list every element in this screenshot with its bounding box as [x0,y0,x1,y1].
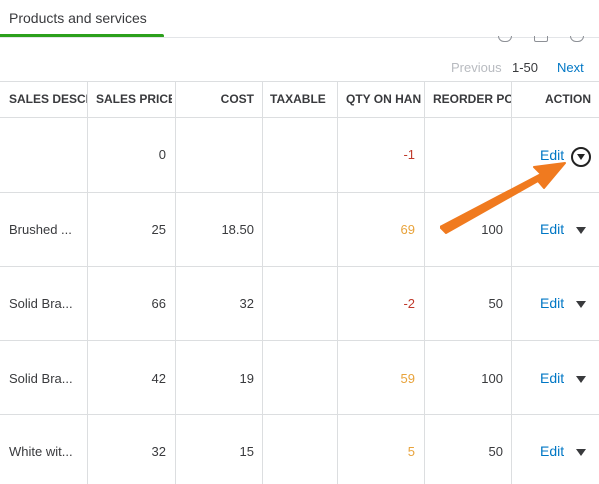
pager-next[interactable]: Next [557,60,584,75]
settings-icon[interactable] [570,36,584,42]
col-divider [511,81,512,484]
edit-link[interactable]: Edit [540,370,564,386]
cell-reorder-point: 50 [488,296,503,311]
export-icon[interactable] [534,36,548,42]
cell-cost: 18.50 [221,222,254,237]
column-header-sales-price[interactable]: SALES PRICE [96,92,172,106]
row-divider [0,340,599,341]
cell-sales-price: 42 [151,371,166,386]
col-divider [337,81,338,484]
col-divider [175,81,176,484]
cell-sales-price: 25 [151,222,166,237]
pager-range: 1-50 [512,60,539,75]
edit-link[interactable]: Edit [540,295,564,311]
column-header-sales-description[interactable]: SALES DESCR [9,92,87,106]
action-dropdown-caret-icon[interactable] [576,301,586,308]
action-dropdown-chevron-icon[interactable] [571,147,591,167]
col-divider [87,81,88,484]
cell-sales-description: Brushed ... [9,222,72,237]
column-header-action: ACTION [545,92,591,106]
pager-previous[interactable]: Previous [451,60,502,75]
cell-reorder-point: 100 [481,371,503,386]
action-dropdown-caret-icon[interactable] [576,227,586,234]
cell-qty-on-hand: 59 [400,371,415,386]
column-header-cost[interactable]: COST [180,92,254,106]
cell-qty-on-hand: -1 [403,147,415,162]
print-icon[interactable] [498,36,512,42]
row-divider [0,414,599,415]
cell-qty-on-hand: 69 [400,222,415,237]
page-title[interactable]: Products and services [9,10,147,26]
cell-cost: 32 [239,296,254,311]
action-dropdown-caret-icon[interactable] [576,376,586,383]
cell-sales-description: White wit... [9,444,73,459]
cell-qty-on-hand: 5 [407,444,415,459]
cell-cost: 19 [239,371,254,386]
products-table: SALES DESCR SALES PRICE COST TAXABLE QTY… [0,81,599,484]
annotation-arrow-icon [440,162,566,234]
cell-sales-description: Solid Bra... [9,296,73,311]
col-divider [262,81,263,484]
cell-sales-price: 0 [158,147,166,162]
col-divider [424,81,425,484]
column-header-reorder-point[interactable]: REORDER PO [433,92,511,106]
toolbar-icons [494,36,594,44]
action-dropdown-caret-icon[interactable] [576,449,586,456]
cell-reorder-point: 50 [488,444,503,459]
row-divider [0,266,599,267]
cell-qty-on-hand: -2 [403,296,415,311]
row-divider [0,81,599,82]
cell-sales-price: 66 [151,296,166,311]
column-header-taxable[interactable]: TAXABLE [270,92,334,106]
edit-link[interactable]: Edit [540,443,564,459]
cell-cost: 15 [239,444,254,459]
cell-sales-description: Solid Bra... [9,371,73,386]
cell-sales-price: 32 [151,444,166,459]
row-divider [0,117,599,118]
column-header-qty-on-hand[interactable]: QTY ON HAN [346,92,424,106]
